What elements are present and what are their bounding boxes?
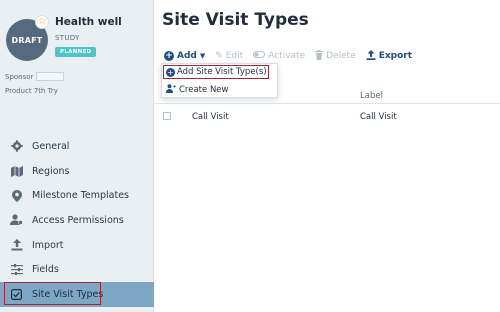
sidebar-item-fields[interactable]: Fields <box>0 257 154 282</box>
delete-label: Delete <box>326 51 356 61</box>
map-pin-icon <box>10 189 23 202</box>
sidebar-item-label: Milestone Templates <box>32 190 129 202</box>
map-icon <box>10 165 23 178</box>
upload-icon <box>10 239 23 252</box>
sponsor-value-box <box>36 72 65 81</box>
sponsor-label: Sponsor <box>5 72 34 81</box>
add-dropdown-menu: + Add Site Visit Type(s) Create New <box>161 63 278 98</box>
chevron-down-icon: ▼ <box>199 52 206 60</box>
draft-badge: DRAFT <box>11 35 43 45</box>
table-row[interactable]: Call Visit Call Visit <box>154 108 500 126</box>
study-type: STUDY <box>55 34 80 42</box>
product-row: Product 7th Try <box>5 87 58 95</box>
plus-icon: + <box>166 67 175 77</box>
trash-icon <box>315 49 324 63</box>
activate-label: Activate <box>268 51 306 61</box>
sidebar: DRAFT ☆ Health well STUDY PLANNED Sponso… <box>0 0 154 312</box>
product-value: 7th Try <box>33 87 58 95</box>
delete-button[interactable]: Delete <box>315 49 356 63</box>
sidebar-item-regions[interactable]: Regions <box>0 159 154 184</box>
activate-button[interactable]: Activate <box>253 51 305 61</box>
study-name: Health well <box>55 16 122 28</box>
sidebar-item-general[interactable]: General <box>0 134 154 159</box>
add-button[interactable]: + Add ▼ <box>164 51 205 61</box>
add-label: Add <box>177 51 197 61</box>
sidebar-item-label: Import <box>32 239 64 251</box>
product-label: Product <box>5 87 32 95</box>
export-icon <box>366 49 376 63</box>
edit-button[interactable]: ✎ Edit <box>215 51 243 61</box>
gear-icon <box>10 140 23 153</box>
menu-item-add-site-visit-types[interactable]: + Add Site Visit Type(s) <box>166 67 267 77</box>
status-badge: PLANNED <box>55 47 97 57</box>
sidebar-item-label: General <box>32 140 70 152</box>
toolbar: + Add ▼ ✎ Edit Activate Delete Export <box>164 49 422 63</box>
user-gear-icon <box>10 214 23 227</box>
edit-label: Edit <box>225 51 244 61</box>
column-header-label[interactable]: Label <box>360 91 383 101</box>
user-plus-icon <box>166 84 176 95</box>
sidebar-item-access-permissions[interactable]: Access Permissions <box>0 208 154 233</box>
menu-item-label: Create New <box>179 84 229 95</box>
menu-item-create-new[interactable]: Create New <box>166 84 229 95</box>
sliders-icon <box>10 263 23 276</box>
sidebar-item-label: Regions <box>32 165 70 177</box>
sidebar-item-milestone-templates[interactable]: Milestone Templates <box>0 183 154 208</box>
export-button[interactable]: Export <box>366 49 413 63</box>
sidebar-item-import[interactable]: Import <box>0 233 154 258</box>
pencil-icon: ✎ <box>215 51 223 61</box>
sidebar-item-label: Fields <box>32 264 59 276</box>
sponsor-row: Sponsor <box>5 72 65 81</box>
star-icon[interactable]: ☆ <box>35 15 49 29</box>
page-title: Site Visit Types <box>162 10 309 30</box>
plus-icon: + <box>164 51 174 61</box>
active-item-highlight <box>4 282 101 305</box>
row-checkbox[interactable] <box>163 112 171 120</box>
toggle-icon <box>253 51 266 61</box>
row-value: Call Visit <box>192 112 229 122</box>
export-label: Export <box>378 51 413 61</box>
menu-item-label: Add Site Visit Type(s) <box>177 67 267 77</box>
sidebar-item-label: Access Permissions <box>32 214 124 226</box>
sidebar-nav: General Regions Milestone Templates Acce… <box>0 134 154 307</box>
row-label: Call Visit <box>360 112 397 122</box>
